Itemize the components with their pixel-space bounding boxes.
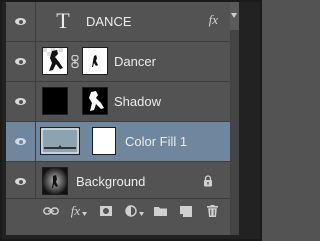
layer-effects-icon[interactable]: fx bbox=[209, 12, 218, 28]
layers-toolbar: fx bbox=[6, 198, 230, 223]
layer-mask-thumbnail[interactable] bbox=[82, 47, 108, 75]
background-image-icon bbox=[43, 168, 67, 194]
layer-thumbnail[interactable] bbox=[42, 167, 68, 195]
layer-name: Color Fill 1 bbox=[125, 134, 188, 149]
eye-icon bbox=[15, 138, 26, 145]
visibility-toggle[interactable] bbox=[6, 2, 36, 41]
new-layer-icon bbox=[180, 205, 192, 217]
layer-thumbnail[interactable] bbox=[42, 47, 68, 75]
delete-layer-button[interactable] bbox=[204, 203, 220, 219]
layer-name: Background bbox=[76, 174, 146, 189]
layer-row-background[interactable]: Background bbox=[6, 162, 230, 202]
link-layers-icon bbox=[43, 207, 59, 215]
dancer-mask-icon bbox=[83, 48, 107, 74]
layer-row-dance[interactable]: T DANCE fx bbox=[6, 2, 230, 42]
layer-name: Shadow bbox=[114, 94, 161, 109]
eye-icon bbox=[15, 178, 26, 185]
scroll-down-arrow-icon[interactable] bbox=[231, 13, 237, 18]
fill-slider-icon bbox=[41, 128, 79, 154]
layer-mask-thumbnail[interactable] bbox=[92, 127, 116, 155]
layer-name: DANCE bbox=[86, 14, 132, 29]
visibility-toggle[interactable] bbox=[6, 82, 36, 121]
chevron-down-icon bbox=[138, 212, 144, 216]
layer-row-shadow[interactable]: Shadow bbox=[6, 82, 230, 122]
text-layer-icon: T bbox=[56, 8, 70, 33]
shadow-silhouette-icon bbox=[83, 88, 107, 114]
chevron-down-icon bbox=[82, 212, 88, 216]
scrollbar[interactable] bbox=[230, 2, 239, 235]
visibility-toggle[interactable] bbox=[6, 42, 36, 81]
visibility-toggle[interactable] bbox=[6, 162, 36, 201]
layer-mask-thumbnail[interactable] bbox=[82, 87, 108, 115]
layer-row-color-fill[interactable]: Color Fill 1 bbox=[6, 122, 230, 162]
new-layer-button[interactable] bbox=[178, 203, 194, 219]
add-mask-button[interactable] bbox=[98, 203, 114, 219]
layer-name: Dancer bbox=[114, 54, 156, 69]
link-layers-button[interactable] bbox=[42, 203, 60, 219]
folder-icon bbox=[153, 207, 167, 216]
layer-thumbnail[interactable] bbox=[42, 87, 68, 115]
link-icon[interactable] bbox=[71, 55, 79, 68]
add-style-fx-icon: fx bbox=[70, 203, 81, 218]
add-layer-style-button[interactable]: fx bbox=[68, 203, 90, 219]
dancer-silhouette-icon bbox=[43, 48, 67, 74]
eye-icon bbox=[15, 98, 26, 105]
adjustment-layer-icon bbox=[124, 205, 137, 217]
new-group-button[interactable] bbox=[152, 203, 168, 219]
layer-row-dancer[interactable]: Dancer bbox=[6, 42, 230, 82]
fill-swatch-thumbnail[interactable] bbox=[40, 127, 80, 155]
eye-icon bbox=[15, 18, 26, 25]
visibility-toggle[interactable] bbox=[6, 122, 36, 161]
add-mask-icon bbox=[100, 206, 112, 216]
trash-icon bbox=[206, 205, 218, 217]
new-adjustment-layer-button[interactable] bbox=[124, 203, 144, 219]
lock-icon bbox=[204, 175, 212, 187]
eye-icon bbox=[15, 58, 26, 65]
